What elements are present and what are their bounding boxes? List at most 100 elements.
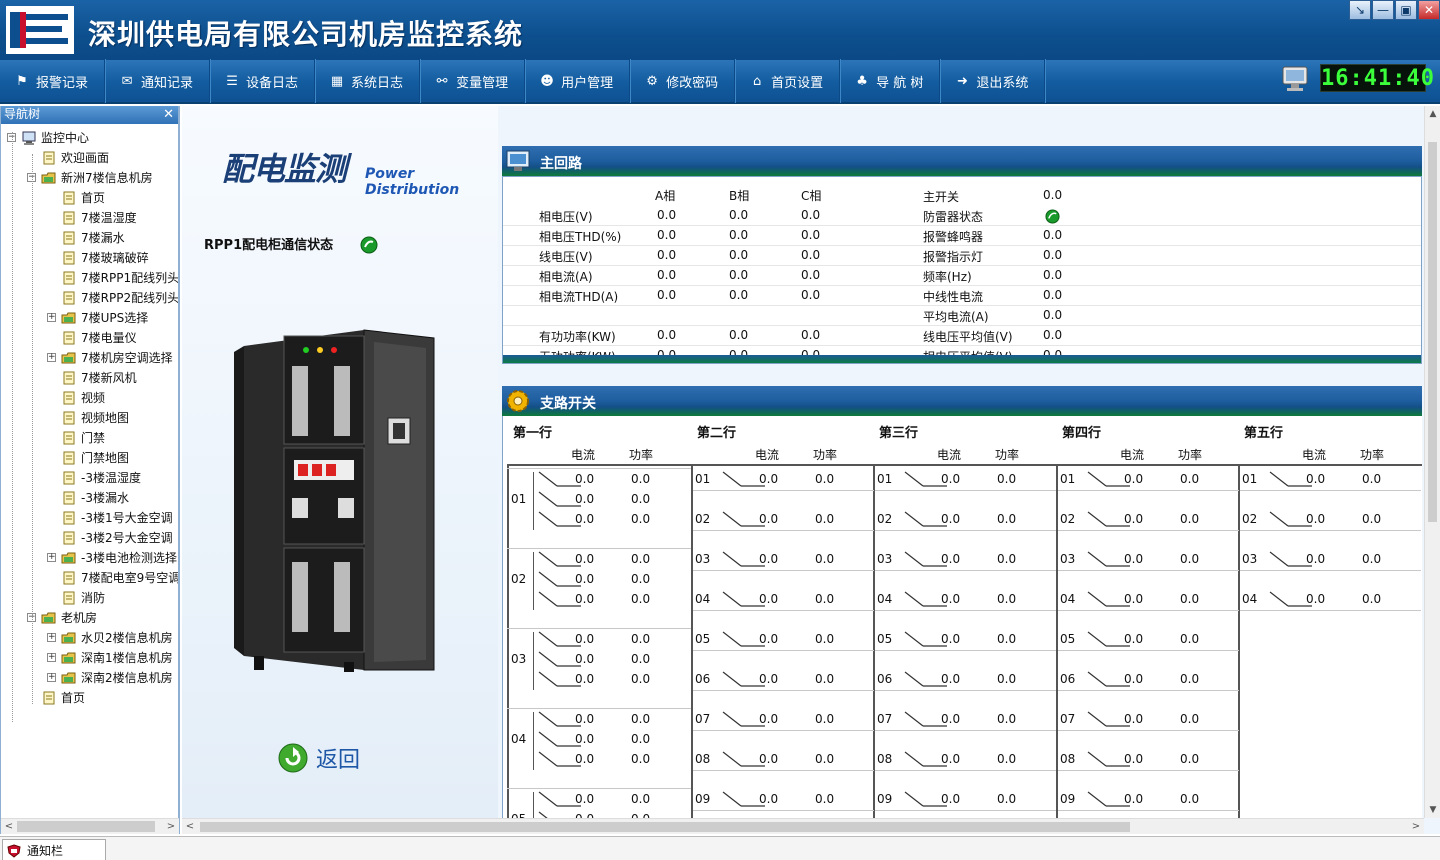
back-button-label: 返回 — [316, 748, 361, 773]
tree-node[interactable]: 欢迎画面 — [1, 148, 178, 168]
grid-line — [875, 810, 1056, 811]
computer-icon — [22, 131, 36, 145]
branch-current-value: 0.0 — [575, 512, 595, 526]
status-value: 0.0 — [1043, 188, 1063, 202]
status-ok-icon — [360, 236, 378, 254]
expand-icon[interactable]: + — [47, 553, 56, 562]
branch-current-value: 0.0 — [1306, 552, 1326, 566]
tree-node[interactable]: 首页 — [1, 188, 178, 208]
toolbar-user-management[interactable]: ☻ 用户管理 — [525, 59, 631, 103]
tree-node[interactable]: 7楼新风机 — [1, 368, 178, 388]
branch-power-value: 0.0 — [631, 712, 651, 726]
branch-switch-grid: 第一行 第二行 第三行 第四行 第五行 电流 功率 电流 功率 电流 功率 电流 功率 电流 功率 01 0.0… — [502, 416, 1422, 834]
tree-node[interactable]: 7楼玻璃破碎 — [1, 248, 178, 268]
restore-icon[interactable]: ↘ — [1349, 0, 1371, 20]
nav-horizontal-scrollbar[interactable]: < > — [1, 818, 179, 834]
tree-node[interactable]: -3楼1号大金空调 — [1, 508, 178, 528]
tree-node[interactable]: +7楼UPS选择 — [1, 308, 178, 328]
expand-icon[interactable]: + — [47, 353, 56, 362]
toolbar-home-settings[interactable]: ⌂ 首页设置 — [735, 59, 841, 103]
tree-node[interactable]: 门禁 — [1, 428, 178, 448]
expand-icon[interactable]: + — [47, 313, 56, 322]
close-icon[interactable]: ✕ — [163, 106, 174, 123]
branch-group-id: 03 — [511, 652, 527, 666]
branch-power-value: 0.0 — [997, 472, 1017, 486]
tree-node[interactable]: 7楼漏水 — [1, 228, 178, 248]
toolbar-notice-records[interactable]: ✉ 通知记录 — [105, 59, 211, 103]
tree-node[interactable]: -3楼温湿度 — [1, 468, 178, 488]
page-title: 配电监测 — [222, 150, 347, 188]
branch-power-value: 0.0 — [1362, 512, 1382, 526]
tree-node[interactable]: + 深南1楼信息机房 — [1, 648, 178, 668]
scroll-up-icon[interactable]: ▲ — [1425, 106, 1440, 122]
tree-node[interactable]: -3楼2号大金空调 — [1, 528, 178, 548]
tree-node[interactable]: 视频 — [1, 388, 178, 408]
toolbar-exit-system[interactable]: ➜ 退出系统 — [940, 59, 1046, 103]
scroll-left-icon[interactable]: < — [182, 819, 198, 835]
grid-line — [693, 690, 874, 691]
branch-current-value: 0.0 — [1124, 752, 1144, 766]
expand-icon[interactable]: + — [47, 633, 56, 642]
maximize-icon[interactable]: ▣ — [1395, 0, 1417, 20]
main-horizontal-scrollbar[interactable]: < > — [182, 818, 1424, 834]
branch-power-value: 0.0 — [815, 672, 835, 686]
tree-node[interactable]: 7楼电量仪 — [1, 328, 178, 348]
main-vertical-scrollbar[interactable]: ▲ ▼ — [1424, 106, 1440, 818]
tree-node-label: 视频地图 — [81, 411, 130, 425]
minimize-icon[interactable]: — — [1372, 0, 1394, 20]
grid-line — [693, 810, 874, 811]
tree-node[interactable]: 7楼温湿度 — [1, 208, 178, 228]
nav-tree-header: 导航树 ✕ — [1, 106, 178, 124]
document-icon — [63, 431, 75, 445]
tree-node[interactable]: +7楼机房空调选择 — [1, 348, 178, 368]
scrollbar-thumb[interactable] — [200, 822, 1130, 832]
branch-switch-id: 06 — [1060, 672, 1076, 686]
toolbar-device-log[interactable]: ☰ 设备日志 — [210, 59, 316, 103]
scrollbar-thumb[interactable] — [17, 821, 155, 832]
close-icon[interactable]: ✕ — [1418, 0, 1440, 20]
tree-node[interactable]: − 老机房 — [1, 608, 178, 628]
row-label: 相电压(V) — [539, 210, 593, 224]
tree-node-label: 监控中心 — [41, 131, 90, 145]
tree-node[interactable]: + -3楼电池检测选择 — [1, 548, 178, 568]
gear-icon: ⚙ — [646, 73, 658, 89]
tree-node[interactable]: 首页 — [1, 688, 178, 708]
tree-node[interactable]: 门禁地图 — [1, 448, 178, 468]
notification-tab[interactable]: 通知栏 — [2, 839, 106, 860]
toolbar-system-log[interactable]: ▦ 系统日志 — [315, 59, 421, 103]
flag-icon: ⚑ — [16, 73, 28, 89]
toolbar-label: 首页设置 — [771, 75, 824, 91]
scrollbar-thumb[interactable] — [1428, 142, 1437, 522]
expand-icon[interactable]: + — [47, 673, 56, 682]
scroll-right-icon[interactable]: > — [163, 819, 179, 835]
tree-node[interactable]: 消防 — [1, 588, 178, 608]
branch-power-value: 0.0 — [631, 472, 651, 486]
scroll-right-icon[interactable]: > — [1408, 819, 1424, 835]
tree-node[interactable]: -3楼漏水 — [1, 488, 178, 508]
branch-power-value: 0.0 — [997, 592, 1017, 606]
tree-node[interactable]: − 监控中心 — [1, 128, 178, 148]
notification-bar: 通知栏 — [0, 836, 1440, 860]
scroll-down-icon[interactable]: ▼ — [1425, 802, 1440, 818]
status-value: 0.0 — [1043, 328, 1063, 342]
document-icon — [63, 371, 75, 385]
toolbar-variable-management[interactable]: ⚯ 变量管理 — [420, 59, 526, 103]
tree-node[interactable]: + 深南2楼信息机房 — [1, 668, 178, 688]
tree-node[interactable]: − 新洲7楼信息机房 — [1, 168, 178, 188]
expand-icon[interactable]: + — [47, 653, 56, 662]
tree-node[interactable]: 7楼RPP2配线列头 — [1, 288, 178, 308]
tree-node[interactable]: 视频地图 — [1, 408, 178, 428]
toolbar-alarm-records[interactable]: ⚑ 报警记录 — [0, 59, 106, 103]
branch-current-value: 0.0 — [941, 552, 961, 566]
back-button[interactable]: 返回 — [278, 742, 360, 774]
grid-line — [1058, 490, 1239, 491]
tree-node[interactable]: + 水贝2楼信息机房 — [1, 628, 178, 648]
row-value: 0.0 — [657, 288, 677, 302]
branch-power-value: 0.0 — [631, 732, 651, 746]
tree-node[interactable]: 7楼RPP1配线列头 — [1, 268, 178, 288]
scroll-left-icon[interactable]: < — [1, 819, 17, 835]
toolbar-nav-tree[interactable]: ♣ 导 航 树 — [840, 59, 941, 103]
tree-node[interactable]: 7楼配电室9号空调 — [1, 568, 178, 588]
current-header: 电流 — [571, 448, 596, 462]
toolbar-change-password[interactable]: ⚙ 修改密码 — [630, 59, 736, 103]
